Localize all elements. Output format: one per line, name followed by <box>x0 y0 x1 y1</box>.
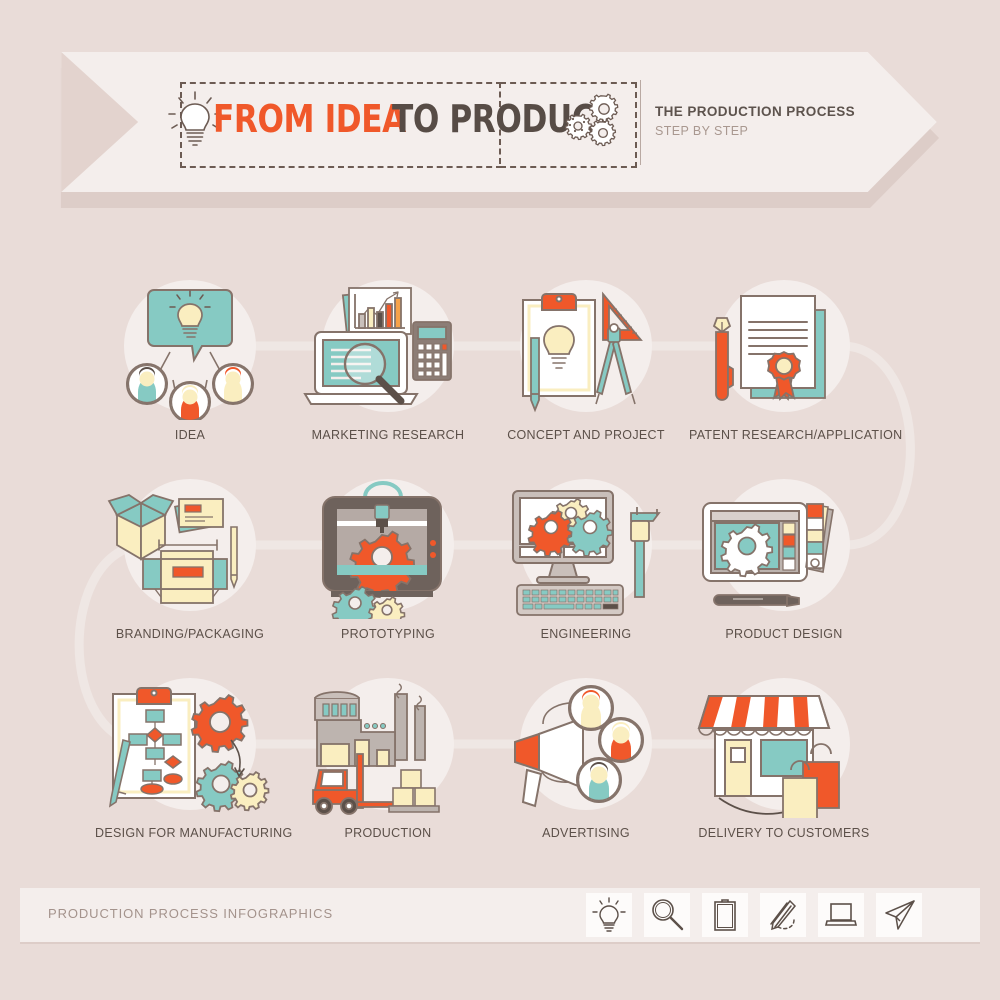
pencil-icon <box>770 899 797 931</box>
step-label: PATENT RESEARCH/APPLICATION <box>689 428 903 442</box>
footer-icon-pencil[interactable] <box>760 893 806 937</box>
desktop-gears-caliper-icon <box>512 490 661 616</box>
laptop-icon <box>824 903 858 926</box>
footer-icon-paper-plane[interactable] <box>876 893 922 937</box>
step-label: PRODUCT DESIGN <box>725 627 843 641</box>
idea-team-lightbulb-icon <box>126 289 254 420</box>
footer-icon-laptop[interactable] <box>818 893 864 937</box>
paper-plane-icon <box>885 900 915 930</box>
step-label: PRODUCTION <box>344 826 432 840</box>
step-label: DELIVERY TO CUSTOMERS <box>698 826 870 840</box>
step-label: CONCEPT AND PROJECT <box>507 428 665 442</box>
footer-icon-magnifier[interactable] <box>644 893 690 937</box>
clipboard-lightbulb-ruler-icon <box>522 291 643 413</box>
megaphone-people-icon <box>514 685 644 808</box>
magnifier-icon <box>652 899 684 931</box>
3d-printer-gear-icon <box>322 481 442 619</box>
certificate-pen-icon <box>712 295 826 401</box>
infographic-canvas: FROM IDEA TO PRODUCT THE PRODUCTION PROC… <box>0 0 1000 1000</box>
flowchart-clipboard-gears-icon <box>108 687 270 813</box>
step-label: IDEA <box>174 428 206 442</box>
lightbulb-icon <box>592 897 626 932</box>
footer-icon-lightbulb[interactable] <box>586 893 632 937</box>
clipboard-icon <box>714 899 736 931</box>
factory-forklift-icon <box>312 683 440 815</box>
step-label: ADVERTISING <box>542 826 630 840</box>
footer-icon-clipboard[interactable] <box>702 893 748 937</box>
step-label: DESIGN FOR MANUFACTURING <box>95 826 293 840</box>
footer-caption: PRODUCTION PROCESS INFOGRAPHICS <box>48 906 334 921</box>
shop-shopping-bags-icon <box>697 695 840 818</box>
step-label: MARKETING RESEARCH <box>311 428 465 442</box>
step-label: BRANDING/PACKAGING <box>115 627 265 641</box>
step-label: PROTOTYPING <box>340 627 436 641</box>
laptop-chart-calculator-icon <box>303 287 452 405</box>
tablet-swatches-stylus-icon <box>702 502 834 608</box>
box-packaging-icon <box>107 494 238 604</box>
step-label: ENGINEERING <box>540 627 632 641</box>
